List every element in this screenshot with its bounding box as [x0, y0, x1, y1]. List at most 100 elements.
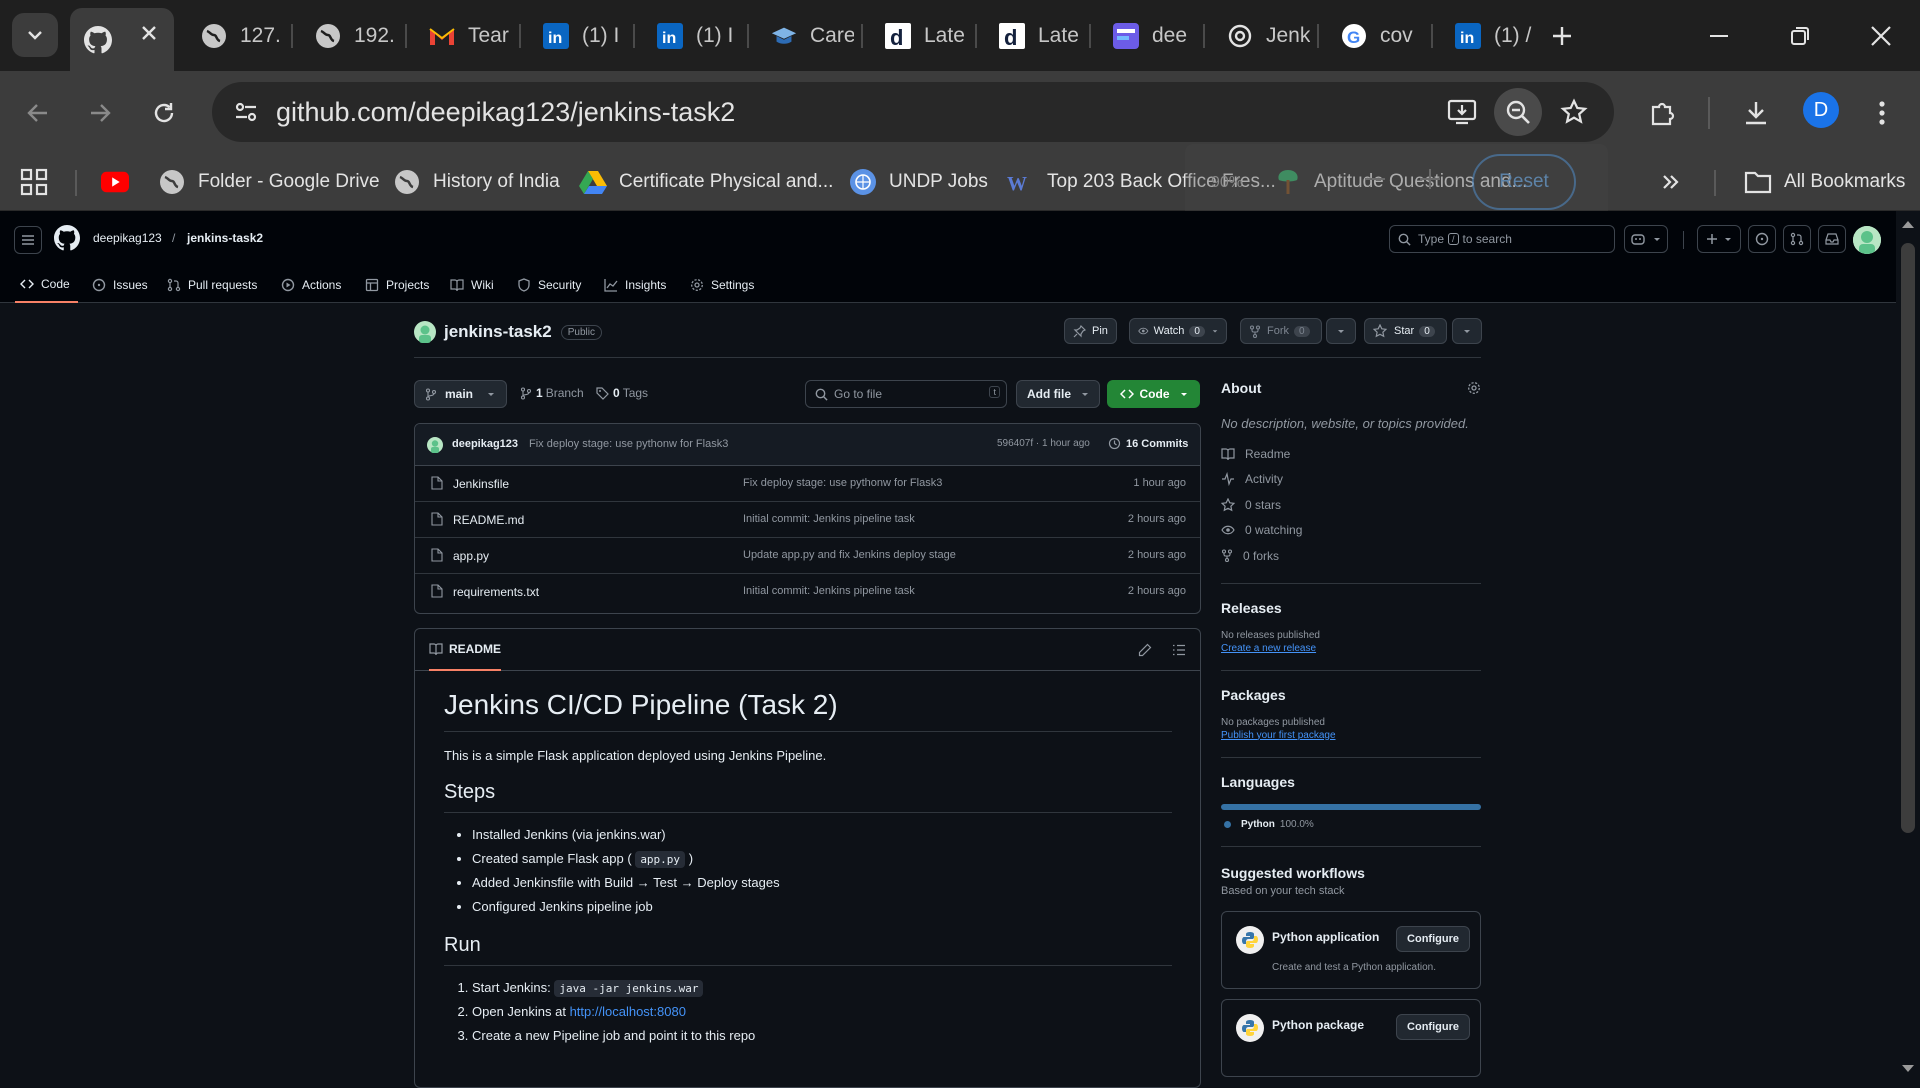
- releases-heading[interactable]: Releases: [1221, 600, 1481, 616]
- bookmark-star-button[interactable]: [1552, 90, 1596, 134]
- create-new-button[interactable]: [1697, 225, 1741, 253]
- all-bookmarks-button[interactable]: All Bookmarks: [1744, 165, 1905, 199]
- about-stars-link[interactable]: 0 stars: [1221, 492, 1481, 518]
- tab-wiki[interactable]: Wiki: [450, 267, 494, 303]
- browser-tab-12[interactable]: in (1) /: [1436, 10, 1538, 62]
- browser-tab-1[interactable]: 127.: [182, 10, 284, 62]
- apps-button[interactable]: [20, 165, 48, 199]
- tab-actions[interactable]: Actions: [281, 267, 341, 303]
- file-commit-message[interactable]: Update app.py and fix Jenkins deploy sta…: [743, 549, 956, 561]
- close-window-button[interactable]: [1859, 14, 1903, 58]
- pin-button[interactable]: Pin: [1064, 318, 1117, 344]
- about-watching-link[interactable]: 0 watching: [1221, 518, 1481, 544]
- commit-author[interactable]: deepikag123: [452, 438, 518, 450]
- pull-requests-button[interactable]: [1783, 225, 1811, 253]
- tab-search-button[interactable]: [12, 13, 58, 57]
- commits-link[interactable]: 16 Commits: [1108, 437, 1188, 450]
- zoom-plus-icon[interactable]: [1420, 169, 1440, 189]
- browser-tab-6[interactable]: Care: [752, 10, 854, 62]
- commit-message[interactable]: Fix deploy stage: use pythonw for Flask3: [529, 438, 728, 450]
- tab-code[interactable]: Code: [15, 267, 78, 303]
- file-row[interactable]: Jenkinsfile Fix deploy stage: use python…: [415, 466, 1200, 502]
- file-name[interactable]: Jenkinsfile: [453, 477, 509, 491]
- browser-tab-2[interactable]: 192.: [296, 10, 398, 62]
- browser-tab-github[interactable]: [70, 8, 174, 71]
- install-app-button[interactable]: [1440, 90, 1484, 134]
- tab-security[interactable]: Security: [517, 267, 581, 303]
- user-avatar[interactable]: [1853, 226, 1881, 254]
- file-commit-message[interactable]: Fix deploy stage: use pythonw for Flask3: [743, 477, 942, 489]
- publish-package-link[interactable]: Publish your first package: [1221, 730, 1481, 741]
- branches-link[interactable]: 1 Branch: [520, 386, 584, 400]
- about-readme-link[interactable]: Readme: [1221, 441, 1481, 467]
- breadcrumb-repo[interactable]: jenkins-task2: [187, 231, 263, 245]
- localhost-link[interactable]: http://localhost:8080: [570, 1004, 686, 1019]
- zoom-button[interactable]: [1494, 88, 1542, 136]
- commit-sha-time[interactable]: 596407f · 1 hour ago: [997, 438, 1090, 449]
- browser-tab-10[interactable]: Jenk: [1208, 10, 1310, 62]
- tab-projects[interactable]: Projects: [365, 267, 429, 303]
- global-nav-menu-button[interactable]: [14, 226, 42, 254]
- back-button[interactable]: [16, 91, 60, 135]
- scrollbar-thumb[interactable]: [1901, 243, 1915, 833]
- global-search-input[interactable]: Type / to search: [1389, 225, 1615, 253]
- watch-button[interactable]: Watch 0: [1129, 318, 1227, 344]
- browser-tab-3[interactable]: Tear: [410, 10, 512, 62]
- file-name[interactable]: app.py: [453, 549, 489, 563]
- bookmark-certificate[interactable]: Certificate Physical and...: [579, 165, 833, 199]
- readme-tab[interactable]: README: [429, 629, 502, 671]
- zoom-minus-icon[interactable]: [1365, 178, 1385, 182]
- scroll-down-icon[interactable]: [1901, 1064, 1915, 1074]
- star-button[interactable]: Star 0: [1364, 318, 1447, 344]
- create-release-link[interactable]: Create a new release: [1221, 643, 1481, 654]
- more-bookmarks-button[interactable]: [1660, 165, 1682, 199]
- new-tab-button[interactable]: [1540, 14, 1584, 58]
- tags-link[interactable]: 0 Tags: [596, 386, 648, 400]
- scroll-up-icon[interactable]: [1901, 219, 1915, 229]
- language-item[interactable]: Python 100.0%: [1221, 819, 1481, 830]
- edit-readme-icon[interactable]: [1138, 643, 1152, 657]
- configure-button[interactable]: Configure: [1396, 925, 1470, 952]
- file-row[interactable]: README.md Initial commit: Jenkins pipeli…: [415, 502, 1200, 538]
- file-commit-message[interactable]: Initial commit: Jenkins pipeline task: [743, 585, 915, 597]
- bookmark-google-drive-folder[interactable]: Folder - Google Drive: [158, 165, 380, 199]
- gear-icon[interactable]: [1467, 381, 1481, 395]
- profile-avatar[interactable]: D: [1803, 92, 1839, 128]
- packages-heading[interactable]: Packages: [1221, 687, 1481, 703]
- restore-button[interactable]: [1778, 14, 1822, 58]
- star-dropdown-button[interactable]: [1452, 318, 1482, 344]
- file-row[interactable]: requirements.txt Initial commit: Jenkins…: [415, 574, 1200, 610]
- bookmark-undp-jobs[interactable]: UNDP Jobs: [849, 165, 988, 199]
- address-bar[interactable]: github.com/deepikag123/jenkins-task2: [212, 82, 1614, 142]
- reload-button[interactable]: [142, 91, 186, 135]
- about-forks-link[interactable]: 0 forks: [1221, 543, 1481, 569]
- extensions-button[interactable]: [1640, 91, 1684, 135]
- browser-tab-4[interactable]: in (1) I: [524, 10, 626, 62]
- add-file-button[interactable]: Add file: [1016, 380, 1100, 408]
- tab-pull-requests[interactable]: Pull requests: [167, 267, 257, 303]
- forward-button[interactable]: [78, 91, 122, 135]
- tab-settings[interactable]: Settings: [690, 267, 754, 303]
- branch-select-button[interactable]: main: [414, 380, 507, 408]
- file-commit-message[interactable]: Initial commit: Jenkins pipeline task: [743, 513, 915, 525]
- tab-insights[interactable]: Insights: [604, 267, 666, 303]
- file-row[interactable]: app.py Update app.py and fix Jenkins dep…: [415, 538, 1200, 574]
- browser-tab-8[interactable]: d Late: [980, 10, 1082, 62]
- issues-button[interactable]: [1748, 225, 1776, 253]
- downloads-button[interactable]: [1734, 91, 1778, 135]
- go-to-file-input[interactable]: Go to file t: [805, 380, 1007, 408]
- file-name[interactable]: requirements.txt: [453, 585, 539, 599]
- browser-tab-11[interactable]: G cov: [1322, 10, 1424, 62]
- fork-dropdown-button[interactable]: [1326, 318, 1356, 344]
- github-logo[interactable]: [54, 225, 80, 251]
- breadcrumb-owner[interactable]: deepikag123: [93, 231, 162, 245]
- browser-tab-9[interactable]: dee: [1094, 10, 1196, 62]
- about-activity-link[interactable]: Activity: [1221, 467, 1481, 493]
- code-button[interactable]: Code: [1107, 380, 1200, 408]
- browser-tab-5[interactable]: in (1) I: [638, 10, 740, 62]
- configure-button[interactable]: Configure: [1396, 1013, 1470, 1040]
- repo-name[interactable]: jenkins-task2: [444, 322, 552, 342]
- page-scrollbar[interactable]: [1896, 211, 1920, 1080]
- browser-tab-7[interactable]: d Late: [866, 10, 968, 62]
- tab-issues[interactable]: Issues: [92, 267, 148, 303]
